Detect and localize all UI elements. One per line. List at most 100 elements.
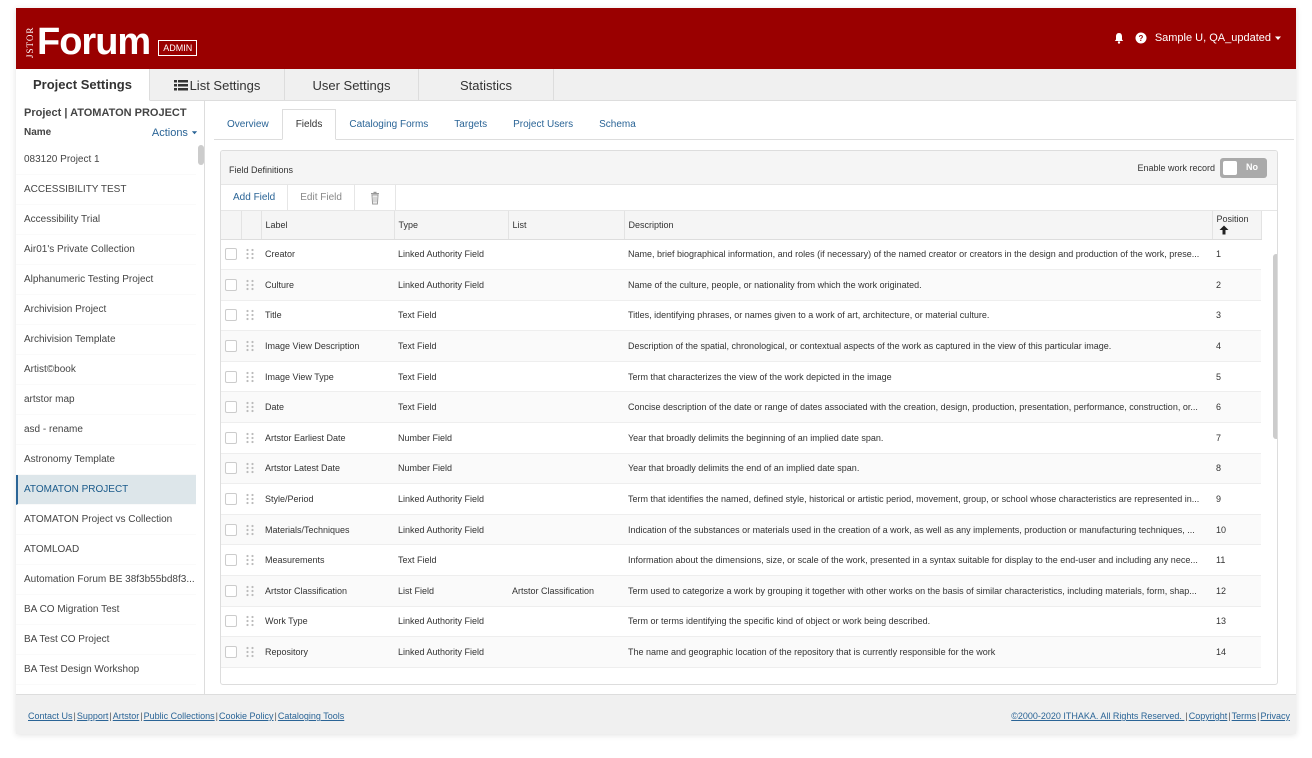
sidebar-project-item[interactable]: 083120 Project 1 [16, 145, 196, 175]
tab-user-settings[interactable]: User Settings [285, 69, 419, 101]
tab-project-settings[interactable]: Project Settings [16, 69, 150, 101]
delete-field-button[interactable] [355, 184, 396, 211]
type-column-header[interactable]: Type [394, 211, 509, 240]
drag-handle-icon[interactable] [245, 371, 255, 383]
forum-logo[interactable]: JSTOR Forum ADMIN [25, 20, 198, 61]
row-checkbox[interactable] [225, 584, 237, 597]
row-drag-cell [241, 391, 261, 424]
sidebar-project-item[interactable]: asd - rename [16, 415, 196, 445]
sidebar-project-item[interactable]: ATOMLOAD [16, 535, 196, 565]
drag-handle-icon[interactable] [245, 432, 255, 444]
row-checkbox[interactable] [225, 401, 237, 414]
row-checkbox[interactable] [225, 431, 237, 444]
copyright-notice-link[interactable]: ©2000-2020 ITHAKA. All Rights Reserved. [1011, 711, 1184, 721]
sidebar-project-item[interactable]: ACCESSIBILITY TEST [16, 175, 196, 205]
edit-field-button[interactable]: Edit Field [288, 184, 355, 211]
add-field-button[interactable]: Add Field [221, 184, 289, 211]
row-checkbox[interactable] [225, 554, 237, 567]
row-checkbox[interactable] [225, 370, 237, 383]
copyright-link[interactable]: Copyright [1189, 711, 1228, 721]
description-column-header[interactable]: Description [624, 211, 1213, 240]
row-checkbox[interactable] [225, 615, 237, 628]
subtab-schema[interactable]: Schema [586, 109, 649, 139]
privacy-link[interactable]: Privacy [1260, 711, 1290, 721]
sidebar-project-item[interactable]: Alphanumeric Testing Project [16, 265, 196, 295]
tab-statistics[interactable]: Statistics [419, 69, 554, 101]
row-checkbox[interactable] [225, 278, 237, 291]
sidebar-project-item[interactable]: Archivision Template [16, 325, 196, 355]
position-column-header[interactable]: Position [1212, 211, 1262, 240]
drag-handle-icon[interactable] [245, 554, 255, 566]
subtab-cataloging-forms[interactable]: Cataloging Forms [336, 109, 441, 139]
sidebar-project-item[interactable]: Accessibility Trial [16, 205, 196, 235]
actions-dropdown[interactable]: Actions [152, 127, 198, 139]
table-scrollbar[interactable] [1273, 254, 1277, 439]
cataloging-tools-link[interactable]: Cataloging Tools [278, 711, 344, 721]
sidebar-project-item[interactable]: Artist©book [16, 355, 196, 385]
table-row[interactable]: Measurements Text Field Information about … [221, 544, 1261, 577]
sidebar-project-item[interactable]: Bead Samples project 000 097000 400 [16, 685, 196, 694]
table-row[interactable]: Title Text Field Titles, identifying phras… [221, 300, 1261, 332]
sidebar-project-item[interactable]: artstor map [16, 385, 196, 415]
table-row[interactable]: Style/Period Linked Authority Field Term t… [221, 483, 1261, 515]
sidebar-project-item[interactable]: ATOMATON PROJECT [16, 475, 196, 505]
drag-handle-icon[interactable] [245, 462, 255, 474]
tab-list-settings[interactable]: List Settings [150, 69, 285, 101]
row-checkbox[interactable] [225, 309, 237, 322]
subtab-targets[interactable]: Targets [441, 109, 500, 139]
table-row[interactable]: Culture Linked Authority Field Name of the… [221, 269, 1261, 301]
subtab-overview[interactable]: Overview [214, 109, 282, 139]
table-row[interactable]: Repository Linked Authority Field The name… [221, 636, 1261, 668]
sidebar-project-item[interactable]: Air01's Private Collection [16, 235, 196, 265]
table-row[interactable]: Artstor Latest Date Number Field Year that… [221, 453, 1261, 485]
row-checkbox[interactable] [225, 493, 237, 506]
row-checkbox[interactable] [225, 646, 237, 659]
table-row[interactable]: Work Type Linked Authority Field Term or t… [221, 606, 1261, 638]
help-icon[interactable]: ? [1135, 32, 1147, 44]
row-checkbox[interactable] [225, 340, 237, 353]
subtab-project-users[interactable]: Project Users [500, 109, 586, 139]
table-row[interactable]: Artstor Earliest Date Number Field Year th… [221, 422, 1261, 454]
name-column-header[interactable]: Name [24, 127, 51, 138]
cookie-policy-link[interactable]: Cookie Policy [219, 711, 274, 721]
drag-handle-icon[interactable] [245, 340, 255, 352]
table-row[interactable]: Image View Description Text Field Descript… [221, 330, 1261, 362]
row-checkbox[interactable] [225, 523, 237, 536]
drag-handle-icon[interactable] [245, 309, 255, 321]
sidebar-project-item[interactable]: Archivision Project [16, 295, 196, 325]
table-row[interactable]: Creator Linked Authority Field Name, brief… [221, 239, 1261, 271]
drag-handle-icon[interactable] [245, 524, 255, 536]
sidebar-scrollbar[interactable] [198, 145, 204, 165]
sidebar-project-item[interactable]: BA Test CO Project [16, 625, 196, 655]
terms-link[interactable]: Terms [1232, 711, 1257, 721]
drag-handle-icon[interactable] [245, 615, 255, 627]
label-column-header[interactable]: Label [261, 211, 395, 240]
row-checkbox[interactable] [225, 462, 237, 475]
table-row[interactable]: Materials/Techniques Linked Authority Fie… [221, 514, 1261, 546]
user-menu[interactable]: Sample U, QA_updated [1155, 32, 1271, 44]
sidebar-project-item[interactable]: BA Test Design Workshop [16, 655, 196, 685]
artstor-link[interactable]: Artstor [113, 711, 140, 721]
drag-handle-icon[interactable] [245, 401, 255, 413]
drag-handle-icon[interactable] [245, 279, 255, 291]
list-column-header[interactable]: List [508, 211, 625, 240]
table-row[interactable]: Artstor Classification List Field Artstor … [221, 575, 1261, 607]
sidebar-project-item[interactable]: BA CO Migration Test [16, 595, 196, 625]
drag-handle-icon[interactable] [245, 585, 255, 597]
caret-down-icon[interactable] [1274, 34, 1282, 42]
table-row[interactable]: Image View Type Text Field Term that chara… [221, 361, 1261, 393]
drag-handle-icon[interactable] [245, 493, 255, 505]
subtab-fields[interactable]: Fields [281, 109, 337, 140]
contact-us-link[interactable]: Contact Us [28, 711, 73, 721]
public-collections-link[interactable]: Public Collections [144, 711, 215, 721]
sidebar-project-item[interactable]: Automation Forum BE 38f3b55bd8f3... [16, 565, 196, 595]
drag-handle-icon[interactable] [245, 646, 255, 658]
sidebar-project-item[interactable]: Astronomy Template [16, 445, 196, 475]
enable-work-record-toggle[interactable]: No [1220, 158, 1267, 178]
sidebar-project-item[interactable]: ATOMATON Project vs Collection [16, 505, 196, 535]
table-row[interactable]: Date Text Field Concise description of the… [221, 391, 1261, 424]
support-link[interactable]: Support [77, 711, 109, 721]
bell-icon[interactable] [1113, 32, 1125, 44]
drag-handle-icon[interactable] [245, 248, 255, 260]
row-checkbox[interactable] [225, 248, 237, 261]
